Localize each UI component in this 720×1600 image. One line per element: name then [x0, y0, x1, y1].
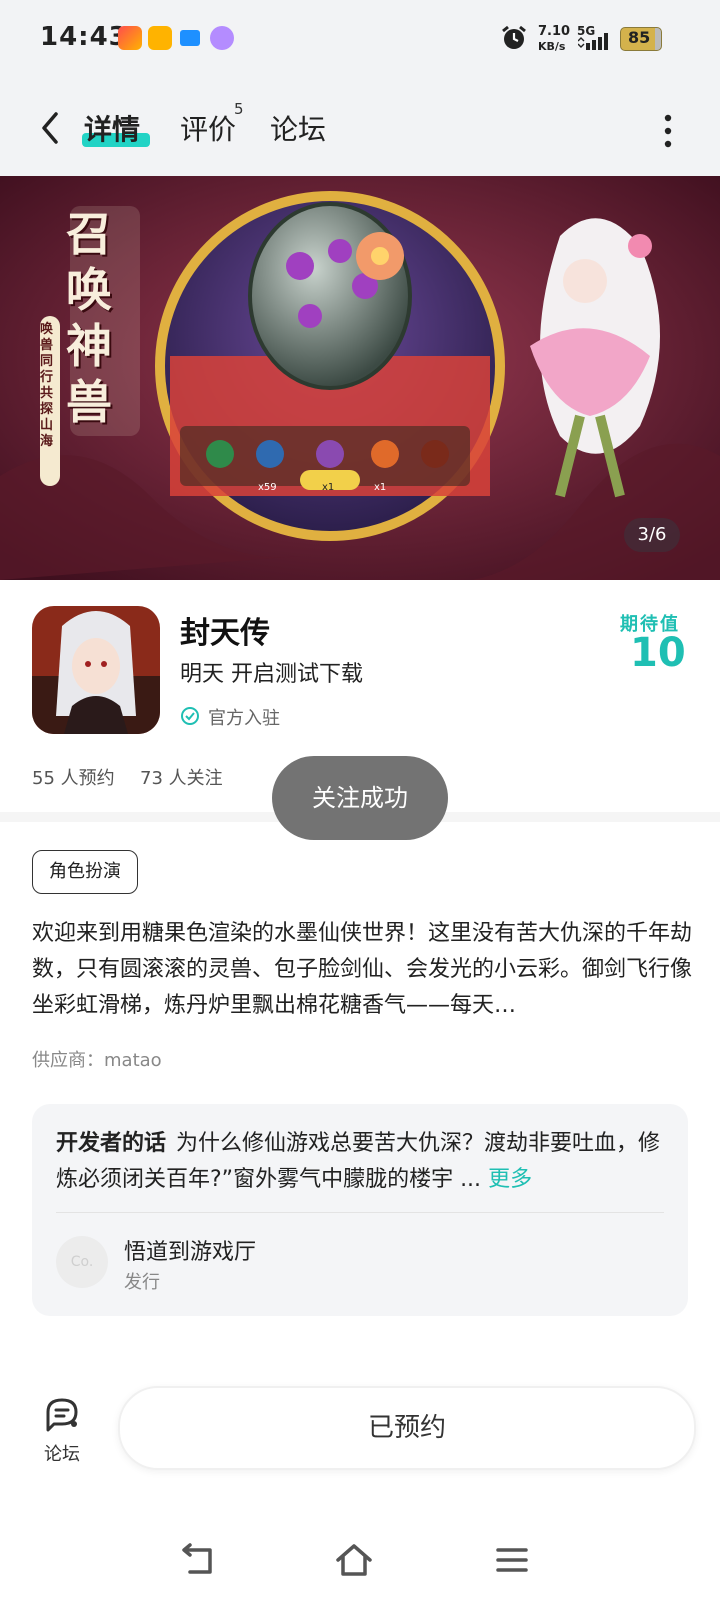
app-release-info: 明天 开启测试下载: [180, 662, 363, 687]
battery-level: 85: [628, 28, 651, 47]
egg-count-3: x1: [374, 482, 387, 493]
nav-home-icon[interactable]: [334, 1540, 374, 1580]
tab-forum[interactable]: 论坛: [270, 108, 326, 148]
egg-count-1: x59: [258, 482, 277, 493]
reservation-count: 55 人预约: [32, 768, 115, 789]
publisher-role: 发行: [124, 1272, 160, 1293]
carousel-counter: 3/6: [624, 518, 680, 552]
net-speed-unit: KB/s: [538, 40, 566, 53]
publisher-avatar[interactable]: Co.: [56, 1236, 108, 1288]
banner-slogan: 唤兽同行 共探山海: [40, 322, 54, 449]
egg-count-2: x1: [322, 482, 335, 493]
reserved-button[interactable]: 已预约: [118, 1386, 696, 1470]
verified-check-icon: [181, 707, 199, 725]
banner-vertical-title: 召唤神兽: [66, 207, 112, 429]
app-notification-icon-1: [118, 26, 142, 50]
expectation-value: 10: [630, 630, 686, 676]
app-notification-icon-3: [180, 30, 200, 46]
supplier-info: 供应商：matao: [32, 1050, 162, 1071]
toast-message: 关注成功: [272, 756, 448, 840]
reviews-count-badge: 5: [234, 100, 244, 118]
app-icon: [32, 606, 160, 734]
more-link[interactable]: 更多: [488, 1167, 532, 1192]
more-options-icon[interactable]: [664, 114, 672, 148]
signal-icon: [578, 33, 608, 50]
app-notification-icon-2: [148, 26, 172, 50]
net-speed-value: 7.10: [538, 24, 571, 39]
game-description[interactable]: 欢迎来到用糖果色渲染的水墨仙侠世界！这里没有苦大仇深的千年劫数，只有圆滚滚的灵兽…: [32, 916, 692, 1024]
follower-count: 73 人关注: [140, 768, 223, 789]
alarm-icon: [502, 25, 526, 49]
developer-note-title: 开发者的话: [56, 1131, 167, 1156]
genre-tag[interactable]: 角色扮演: [32, 850, 138, 894]
publisher-name[interactable]: 悟道到游戏厅: [124, 1234, 256, 1266]
nav-menu-icon[interactable]: [492, 1540, 532, 1580]
app-title: 封天传: [180, 616, 270, 651]
app-notification-icon-4: [210, 26, 234, 50]
forum-label[interactable]: 论坛: [44, 1440, 80, 1466]
card-divider: [56, 1212, 664, 1213]
nav-back-icon[interactable]: [178, 1540, 218, 1580]
official-label: 官方入驻: [208, 708, 280, 729]
forum-icon[interactable]: [42, 1394, 82, 1434]
back-icon[interactable]: [36, 108, 68, 148]
tab-reviews[interactable]: 评价: [180, 108, 236, 148]
status-time: 14:43: [40, 22, 128, 52]
screenshot-carousel[interactable]: 召唤神兽 唤兽同行 共探山海 x59 x1 x1: [0, 176, 720, 580]
tab-details[interactable]: 详情: [84, 108, 140, 148]
developer-note[interactable]: 开发者的话 为什么修仙游戏总要苦大仇深？渡劫非要吐血，修炼必须闭关百年?”窗外雾气…: [56, 1126, 668, 1198]
